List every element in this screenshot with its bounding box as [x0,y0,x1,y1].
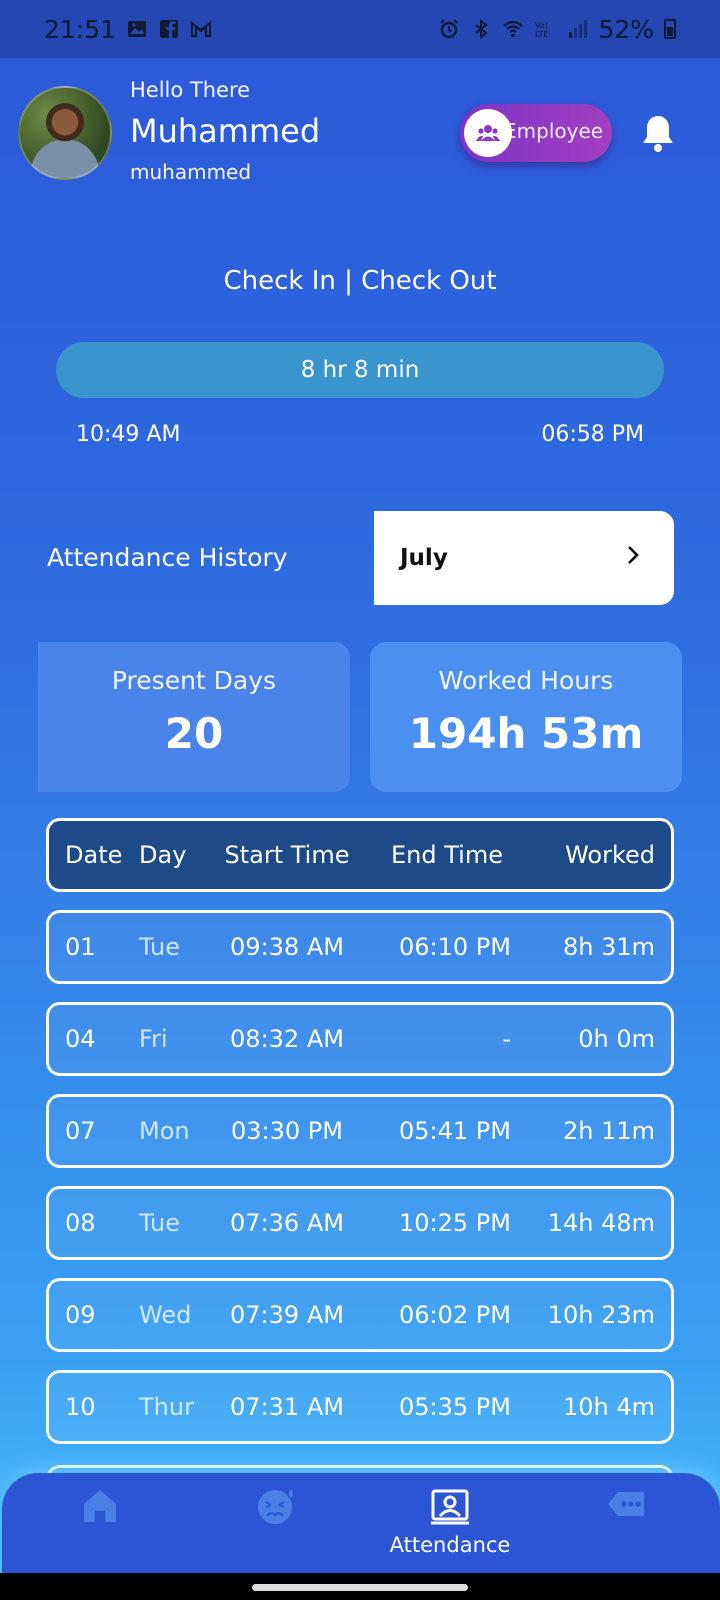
facebook-notification-icon [158,18,180,40]
header-start-time: Start Time [224,841,350,869]
worked-hours-value: 194h 53m [408,709,644,758]
row-date: 08 [65,1209,96,1237]
row-start-time: 07:36 AM [230,1209,344,1237]
battery-percentage: 52% [598,14,654,44]
row-end-time: 05:35 PM [399,1393,511,1421]
row-date: 07 [65,1117,96,1145]
role-toggle-button[interactable]: Employee [460,104,612,162]
nav-attendance-label: Attendance [389,1533,511,1557]
present-days-card: Present Days 20 [38,642,350,792]
chevron-right-icon [622,544,644,572]
nav-messages[interactable] [567,1473,687,1573]
status-time: 21:51 [44,14,117,44]
row-end-time: 06:10 PM [399,933,511,961]
row-worked: 14h 48m [547,1209,655,1237]
bottom-navigation: Attendance [2,1473,720,1573]
check-out-time: 06:58 PM [541,422,644,447]
row-day: Fri [139,1025,168,1053]
row-day: Mon [139,1117,190,1145]
attendance-icon [431,1489,469,1525]
user-name: Muhammed [130,112,321,150]
worked-duration-bar: 8 hr 8 min [56,342,664,398]
row-day: Tue [139,933,180,961]
home-icon [84,1490,116,1522]
home-indicator[interactable] [252,1584,468,1591]
volte-icon: Vo) LTE [534,18,556,40]
row-start-time: 08:32 AM [230,1025,344,1053]
alarm-icon [438,18,460,40]
table-row[interactable]: 10 Thur 07:31 AM 05:35 PM 10h 4m [46,1370,674,1444]
group-icon [464,109,512,157]
avatar[interactable] [18,86,112,180]
notification-bell-icon[interactable] [638,112,678,154]
row-day: Wed [139,1301,192,1329]
row-worked: 10h 23m [547,1301,655,1329]
row-date: 04 [65,1025,96,1053]
system-navigation-bar [0,1573,720,1600]
row-end-time: - [502,1025,511,1053]
row-start-time: 03:30 PM [231,1117,343,1145]
row-worked: 10h 4m [562,1393,655,1421]
header-worked: Worked [565,841,655,869]
row-end-time: 05:41 PM [399,1117,511,1145]
svg-text:LTE: LTE [535,30,548,39]
row-day: Thur [139,1393,194,1421]
worked-hours-label: Worked Hours [438,666,614,695]
present-days-label: Present Days [111,666,277,695]
battery-icon [664,19,676,39]
row-start-time: 09:38 AM [230,933,344,961]
row-date: 09 [65,1301,96,1329]
month-selector[interactable]: July [374,511,674,605]
row-start-time: 07:39 AM [230,1301,344,1329]
header-day: Day [139,841,187,869]
row-worked: 0h 0m [578,1025,655,1053]
status-bar-right: Vo) LTE 52% [438,15,676,44]
nav-attendance[interactable]: Attendance [390,1473,510,1573]
table-row[interactable]: 07 Mon 03:30 PM 05:41 PM 2h 11m [46,1094,674,1168]
header-end-time: End Time [391,841,503,869]
row-date: 10 [65,1393,96,1421]
month-label: July [400,545,448,571]
row-worked: 8h 31m [562,933,655,961]
svg-text:Vo): Vo) [535,21,548,30]
worked-duration-text: 8 hr 8 min [300,357,420,383]
bluetooth-icon [470,18,492,40]
row-day: Tue [139,1209,180,1237]
table-row[interactable]: 04 Fri 08:32 AM - 0h 0m [46,1002,674,1076]
row-end-time: 06:02 PM [399,1301,511,1329]
header-date: Date [65,841,123,869]
wifi-icon [502,18,524,40]
check-in-out-title: Check In | Check Out [223,266,497,296]
greeting-text: Hello There [130,78,251,102]
app-screen: 21:51 Vo) LTE 52% Hello There Muhammed m… [0,0,720,1600]
table-row[interactable]: 09 Wed 07:39 AM 06:02 PM 10h 23m [46,1278,674,1352]
table-header-row: Date Day Start Time End Time Worked [46,818,674,892]
signal-icon [566,18,588,40]
table-row[interactable]: 01 Tue 09:38 AM 06:10 PM 8h 31m [46,910,674,984]
row-start-time: 07:31 AM [230,1393,344,1421]
sick-face-icon [258,1489,293,1524]
nav-home[interactable] [40,1473,160,1573]
chat-icon [608,1492,644,1516]
row-worked: 2h 11m [562,1117,655,1145]
check-in-time: 10:49 AM [76,422,181,447]
row-end-time: 10:25 PM [399,1209,511,1237]
worked-hours-card: Worked Hours 194h 53m [370,642,682,792]
user-handle: muhammed [130,160,252,184]
row-date: 01 [65,933,96,961]
attendance-history-title: Attendance History [47,543,288,572]
status-bar-left: 21:51 [44,15,212,44]
role-label: Employee [504,119,604,143]
gmail-notification-icon [190,18,212,40]
present-days-value: 20 [164,709,224,758]
status-bar: 21:51 Vo) LTE 52% [0,0,720,58]
table-row[interactable]: 08 Tue 07:36 AM 10:25 PM 14h 48m [46,1186,674,1260]
nav-leave[interactable] [216,1473,336,1573]
gallery-notification-icon [126,18,148,40]
